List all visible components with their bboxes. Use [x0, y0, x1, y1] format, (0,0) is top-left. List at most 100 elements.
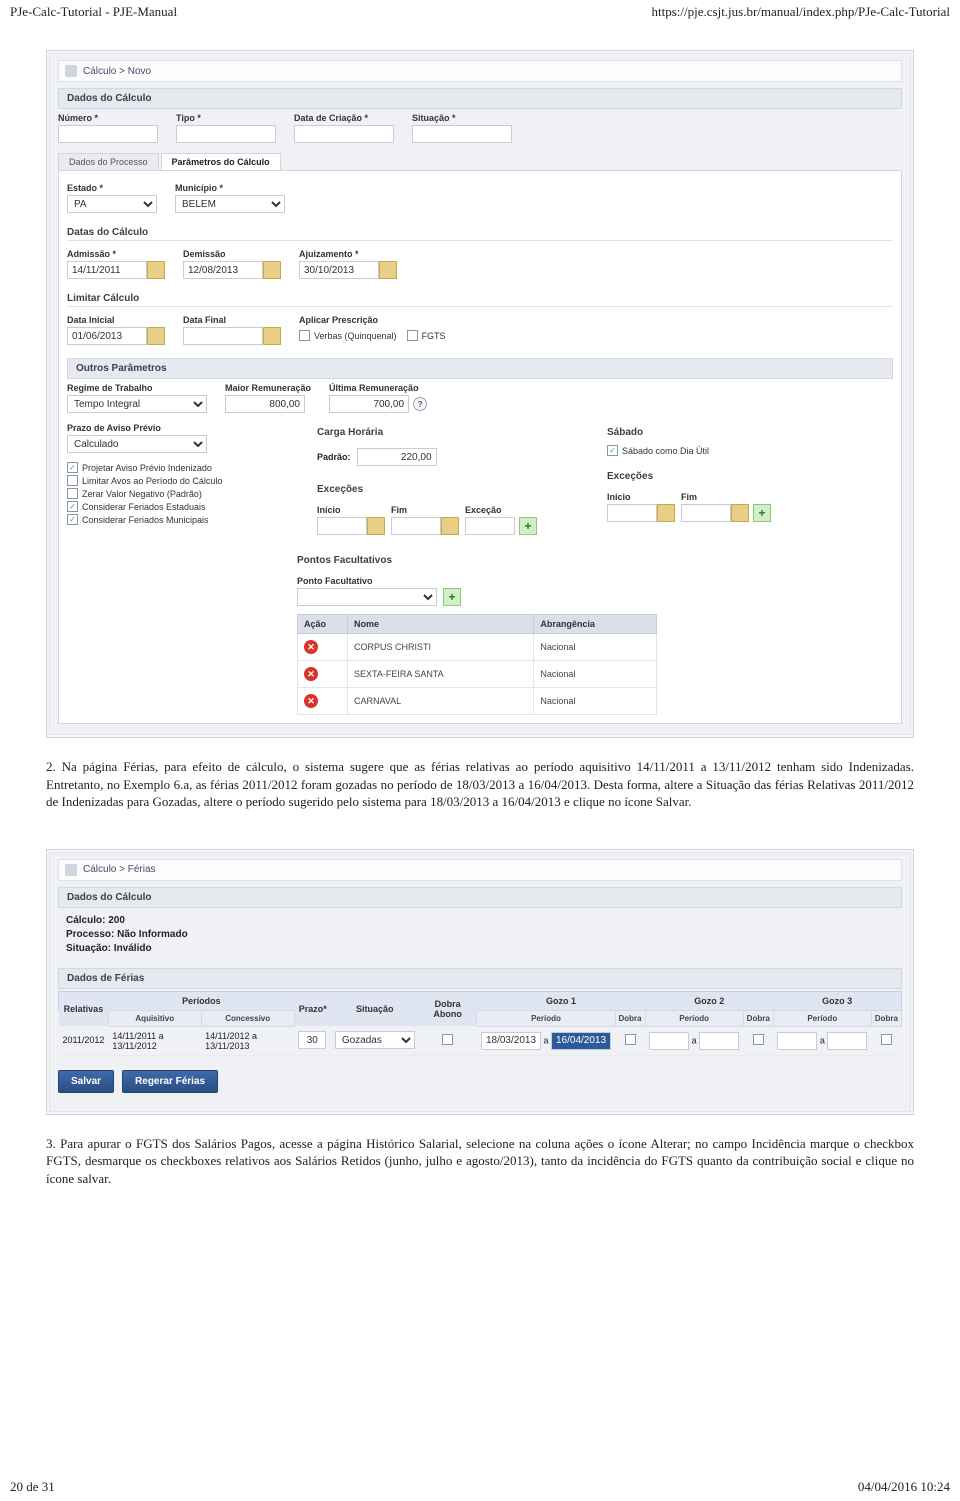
lbl-numero: Número * [58, 113, 158, 123]
cb-gozo2-dobra[interactable] [753, 1034, 764, 1045]
lbl-estado: Estado * [67, 183, 157, 193]
datafinal-field[interactable] [183, 327, 263, 345]
situacao-select[interactable]: Gozadas [335, 1031, 415, 1049]
delete-icon[interactable]: ✕ [304, 640, 318, 654]
th-dobra: Dobra [871, 1010, 901, 1026]
info-calculo: Cálculo: 200 [66, 914, 894, 928]
add-icon[interactable]: + [443, 588, 461, 606]
cb-projetar-aviso[interactable] [67, 462, 78, 473]
breadcrumb-text: Cálculo > Novo [83, 66, 151, 77]
th-gozo2: Gozo 2 [645, 991, 773, 1010]
add-icon[interactable]: + [753, 504, 771, 522]
gozo2-fim-field[interactable] [699, 1032, 739, 1050]
add-icon[interactable]: + [519, 517, 537, 535]
calendar-icon[interactable] [441, 517, 459, 535]
ponto-select[interactable] [297, 588, 437, 606]
exc-fim-field[interactable] [391, 517, 441, 535]
lbl-exc-excecao: Exceção [465, 505, 537, 515]
calendar-icon[interactable] [367, 517, 385, 535]
panel-outros-parametros: Outros Parâmetros [67, 358, 893, 379]
tab-parametros[interactable]: Parâmetros do Cálculo [161, 153, 281, 170]
padrao-field[interactable] [357, 448, 437, 466]
cb-dobra-abono[interactable] [442, 1034, 453, 1045]
page-icon [65, 65, 77, 77]
th-periodo: Período [645, 1010, 743, 1026]
gozo2-ini-field[interactable] [649, 1032, 689, 1050]
lbl-demissao: Demissão [183, 249, 281, 259]
regime-select[interactable]: Tempo Integral [67, 395, 207, 413]
gozo1-fim-field[interactable] [551, 1032, 611, 1050]
help-icon[interactable]: ? [413, 397, 427, 411]
cb-feriados-est[interactable] [67, 501, 78, 512]
cb-zerar[interactable] [67, 488, 78, 499]
lbl-situacao: Situação * [412, 113, 512, 123]
cell-nome: CARNAVAL [348, 688, 534, 715]
breadcrumb: Cálculo > Férias [58, 859, 902, 881]
demissao-field[interactable] [183, 261, 263, 279]
screenshot-ferias: Cálculo > Férias Dados do Cálculo Cálcul… [46, 849, 914, 1115]
regerar-button[interactable]: Regerar Férias [122, 1070, 218, 1093]
datainicial-field[interactable] [67, 327, 147, 345]
lbl-datafinal: Data Final [183, 315, 281, 325]
municipio-select[interactable]: BELEM [175, 195, 285, 213]
estado-select[interactable]: PA [67, 195, 157, 213]
th-nome: Nome [348, 615, 534, 634]
gozo3-fim-field[interactable] [827, 1032, 867, 1050]
sab-fim-field[interactable] [681, 504, 731, 522]
calendar-icon[interactable] [263, 261, 281, 279]
ultima-rem-field[interactable] [329, 395, 409, 413]
calendar-icon[interactable] [147, 261, 165, 279]
table-row: 2011/2012 14/11/2011 a 13/11/2012 14/11/… [59, 1026, 902, 1055]
calendar-icon[interactable] [147, 327, 165, 345]
calendar-icon[interactable] [731, 504, 749, 522]
cb-gozo1-dobra[interactable] [625, 1034, 636, 1045]
datacriacao-field[interactable] [294, 125, 394, 143]
cb-feriados-mun[interactable] [67, 514, 78, 525]
delete-icon[interactable]: ✕ [304, 667, 318, 681]
cell-nome: SEXTA-FEIRA SANTA [348, 661, 534, 688]
cb-fgts-label: FGTS [422, 331, 446, 341]
sep-a: a [692, 1035, 697, 1045]
cb-sabado-util[interactable] [607, 445, 618, 456]
sab-inicio-field[interactable] [607, 504, 657, 522]
lbl-exc-fim: Fim [391, 505, 459, 515]
situacao-field[interactable] [412, 125, 512, 143]
lbl-municipio: Município * [175, 183, 285, 193]
th-aquisitivo: Aquisitivo [108, 1010, 201, 1026]
delete-icon[interactable]: ✕ [304, 694, 318, 708]
ajuizamento-field[interactable] [299, 261, 379, 279]
gozo1-ini-field[interactable] [481, 1032, 541, 1050]
sub-excecoes: Exceções [317, 478, 557, 497]
cb-gozo3-dobra[interactable] [881, 1034, 892, 1045]
cell-abrang: Nacional [534, 688, 657, 715]
exc-inicio-field[interactable] [317, 517, 367, 535]
salvar-button[interactable]: Salvar [58, 1070, 114, 1093]
prazo-aviso-select[interactable]: Calculado [67, 435, 207, 453]
sep-a: a [543, 1035, 548, 1045]
admissao-field[interactable] [67, 261, 147, 279]
page-icon [65, 864, 77, 876]
prazo-field[interactable] [298, 1031, 326, 1049]
calendar-icon[interactable] [263, 327, 281, 345]
cb-limitar-avos-label: Limitar Avos ao Período do Cálculo [82, 476, 222, 486]
calendar-icon[interactable] [379, 261, 397, 279]
lbl-aplicar-prescricao: Aplicar Prescrição [299, 315, 446, 325]
cb-fgts[interactable] [407, 330, 418, 341]
gozo3-ini-field[interactable] [777, 1032, 817, 1050]
maior-rem-field[interactable] [225, 395, 305, 413]
cell-abrang: Nacional [534, 634, 657, 661]
cb-limitar-avos[interactable] [67, 475, 78, 486]
calendar-icon[interactable] [657, 504, 675, 522]
sep-a: a [820, 1035, 825, 1045]
cb-verbas[interactable] [299, 330, 310, 341]
exc-excecao-field[interactable] [465, 517, 515, 535]
cb-verbas-label: Verbas (Quinquenal) [314, 331, 397, 341]
tab-dados-processo[interactable]: Dados do Processo [58, 153, 159, 170]
th-concessivo: Concessivo [201, 1010, 294, 1026]
lbl-ajuizamento: Ajuizamento * [299, 249, 397, 259]
th-periodo: Período [773, 1010, 871, 1026]
lbl-exc-inicio: Início [317, 505, 385, 515]
th-acao: Ação [298, 615, 348, 634]
numero-field[interactable] [58, 125, 158, 143]
tipo-field[interactable] [176, 125, 276, 143]
